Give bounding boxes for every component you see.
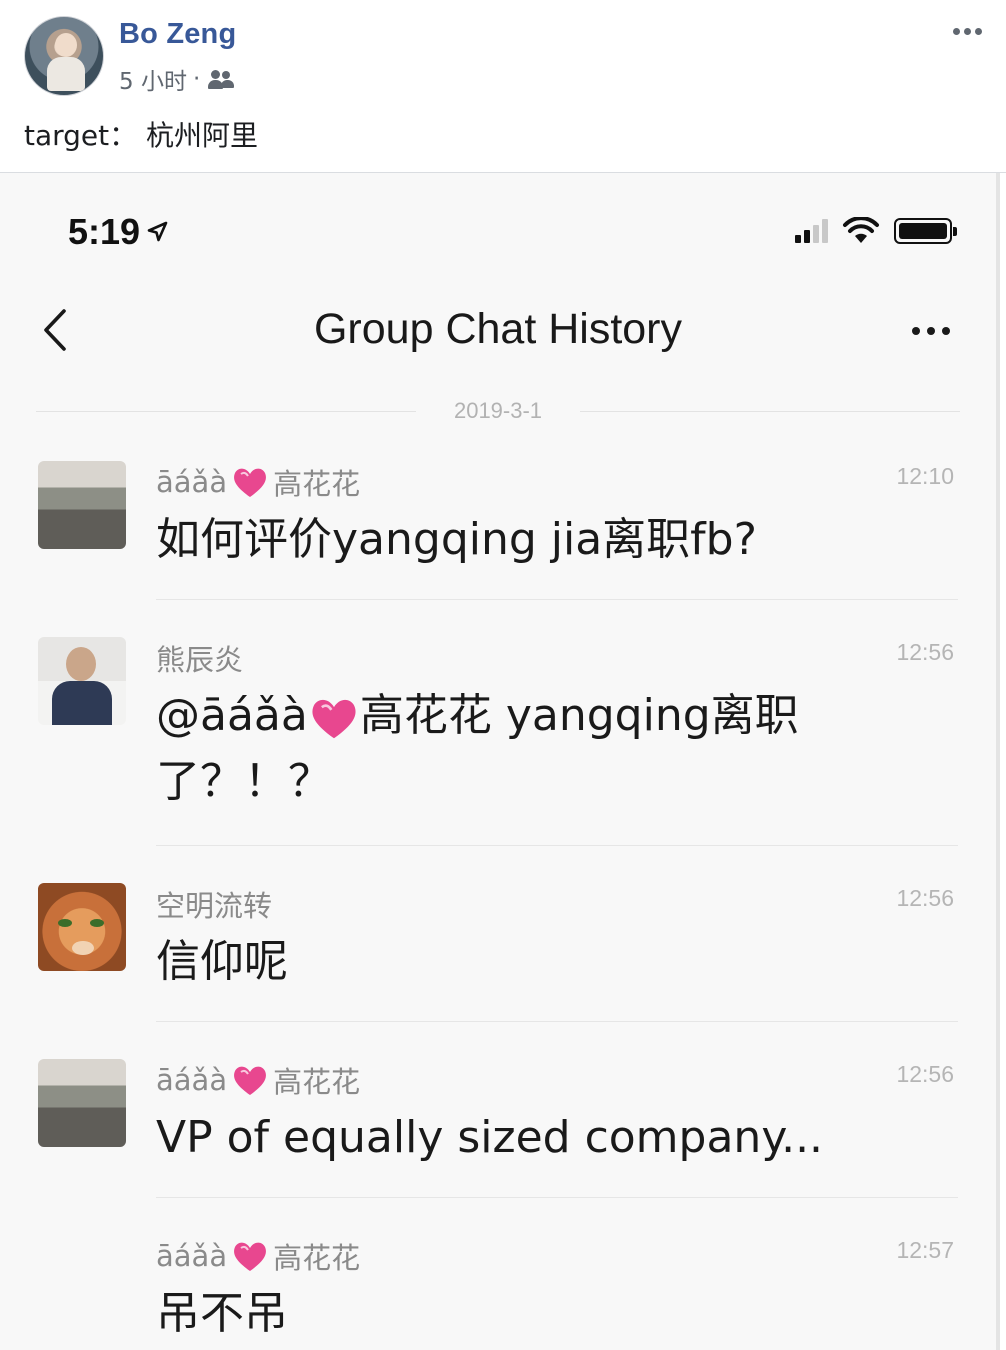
heart-emoji-icon [234, 1242, 267, 1271]
status-time-text: 5:19 [68, 211, 141, 252]
sender-name: āáǎà 高花花 [156, 1235, 360, 1277]
message-text: 信仰呢 [156, 936, 288, 987]
message-text: 吊不吊 [156, 1288, 288, 1339]
sender-name-prefix: āáǎà [156, 465, 228, 499]
message-separator [156, 845, 958, 846]
post-timestamp[interactable]: 5 小时 [119, 62, 187, 96]
avatar-muzzle [72, 941, 94, 955]
sender-name: 熊辰炎 [156, 643, 244, 677]
author-avatar[interactable] [24, 16, 104, 96]
heart-emoji-icon [312, 699, 356, 739]
message-time: 12:57 [896, 1237, 954, 1263]
avatar-suit [52, 681, 112, 725]
avatar-head [55, 33, 77, 57]
sender-avatar[interactable] [38, 883, 126, 971]
post-text: target： 杭州阿里 [24, 119, 259, 152]
sender-avatar[interactable] [38, 461, 126, 549]
chat-message[interactable]: āáǎà 高花花 12:56 VP of equally sized compa… [38, 1059, 958, 1199]
message-time: 12:10 [896, 463, 954, 489]
sender-name-suffix: 高花花 [273, 1241, 361, 1275]
dot-icon [942, 327, 950, 335]
nav-title: Group Chat History [313, 305, 683, 353]
sender-name-prefix: āáǎà [156, 1063, 228, 1097]
dot-icon [912, 327, 920, 335]
chat-message[interactable]: āáǎà 高花花 12:10 如何评价yangqing jia离职fb? [38, 461, 958, 601]
message-time: 12:56 [896, 639, 954, 665]
message-separator [156, 1021, 958, 1022]
chat-message[interactable]: 熊辰炎 12:56 @āáǎà 高花花 yangqing离职了？！？ [38, 637, 958, 847]
avatar-body [47, 57, 85, 91]
sender-name-suffix: 高花花 [273, 1065, 361, 1099]
wifi-icon [843, 217, 879, 243]
avatar-eye [90, 919, 104, 927]
dot-icon [953, 28, 960, 35]
meta-separator: · [192, 66, 201, 92]
sender-name: āáǎà 高花花 [156, 461, 360, 503]
status-icons [795, 217, 957, 245]
cellular-signal-icon [795, 219, 828, 243]
more-options-button[interactable] [912, 327, 950, 335]
sender-name: āáǎà 高花花 [156, 1059, 360, 1101]
message-separator [156, 599, 958, 600]
message-time: 12:56 [896, 885, 954, 911]
sender-avatar[interactable] [38, 1059, 126, 1147]
chat-message[interactable]: āáǎà 高花花 12:57 吊不吊 [38, 1235, 958, 1350]
date-divider: 2019-3-1 [36, 395, 961, 427]
message-separator [156, 1197, 958, 1198]
post-photo[interactable]: 5:19 Group Chat History 2019-3-1 āáǎà 高花… [0, 173, 1000, 1350]
message-text: @āáǎà 高花花 yangqing离职了？！？ [156, 683, 856, 815]
divider-line [580, 410, 961, 412]
divider-line [36, 410, 416, 412]
message-time: 12:56 [896, 1061, 954, 1087]
post-options-button[interactable] [953, 28, 982, 35]
author-name-link[interactable]: Bo Zeng [119, 18, 236, 51]
dot-icon [927, 327, 935, 335]
heart-emoji-icon [234, 468, 267, 497]
heart-emoji-icon [234, 1066, 267, 1095]
sender-name-suffix: 高花花 [273, 467, 361, 501]
avatar-face [66, 647, 96, 681]
friends-icon[interactable] [208, 69, 235, 89]
post-meta: 5 小时 · [119, 62, 235, 96]
mention-prefix: @āáǎà [156, 690, 308, 741]
sender-name: 空明流转 [156, 889, 273, 923]
message-text: VP of equally sized company... [156, 1112, 824, 1163]
dot-icon [964, 28, 971, 35]
sender-avatar[interactable] [38, 637, 126, 725]
sender-name-prefix: āáǎà [156, 1239, 228, 1273]
avatar-eye [58, 919, 72, 927]
status-bar-time: 5:19 [68, 211, 168, 253]
chat-message[interactable]: 空明流转 12:56 信仰呢 [38, 883, 958, 1023]
post-header: Bo Zeng 5 小时 · target： 杭州阿里 [0, 0, 1006, 172]
date-label: 2019-3-1 [453, 398, 543, 423]
dot-icon [975, 28, 982, 35]
battery-icon [894, 218, 957, 244]
message-text: 如何评价yangqing jia离职fb? [156, 514, 757, 565]
location-arrow-icon [147, 221, 168, 242]
